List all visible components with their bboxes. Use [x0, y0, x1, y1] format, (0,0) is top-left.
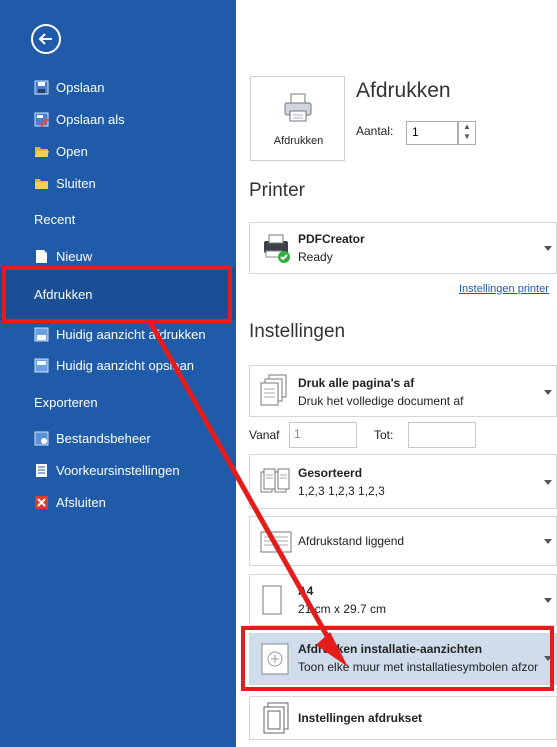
- annotation-arrow: [147, 320, 348, 667]
